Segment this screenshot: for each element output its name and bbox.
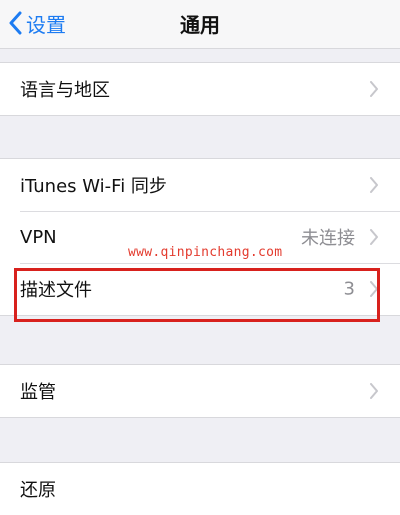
row-language-region[interactable]: 语言与地区 (0, 63, 400, 115)
row-supervision[interactable]: 监管 (0, 365, 400, 417)
section-language: 语言与地区 (0, 62, 400, 116)
watermark-text: www.qinpinchang.com (128, 245, 283, 260)
row-label: 语言与地区 (20, 80, 110, 101)
row-value: 未连接 (301, 228, 355, 249)
row-itunes-wifi-sync[interactable]: iTunes Wi-Fi 同步 (0, 159, 400, 211)
chevron-right-icon (369, 383, 379, 399)
row-label: 还原 (20, 480, 56, 501)
section-supervision: 监管 (0, 364, 400, 418)
chevron-right-icon (369, 81, 379, 97)
row-label: VPN (20, 226, 57, 248)
section-reset: 还原 (0, 462, 400, 515)
row-label: 监管 (20, 382, 56, 403)
row-label: iTunes Wi-Fi 同步 (20, 176, 167, 197)
chevron-right-icon (369, 177, 379, 193)
row-reset[interactable]: 还原 (0, 463, 400, 515)
page-title: 通用 (180, 13, 220, 37)
navigation-bar: 设置 通用 (0, 0, 400, 49)
chevron-right-icon (369, 229, 379, 245)
highlight-box (14, 268, 380, 322)
